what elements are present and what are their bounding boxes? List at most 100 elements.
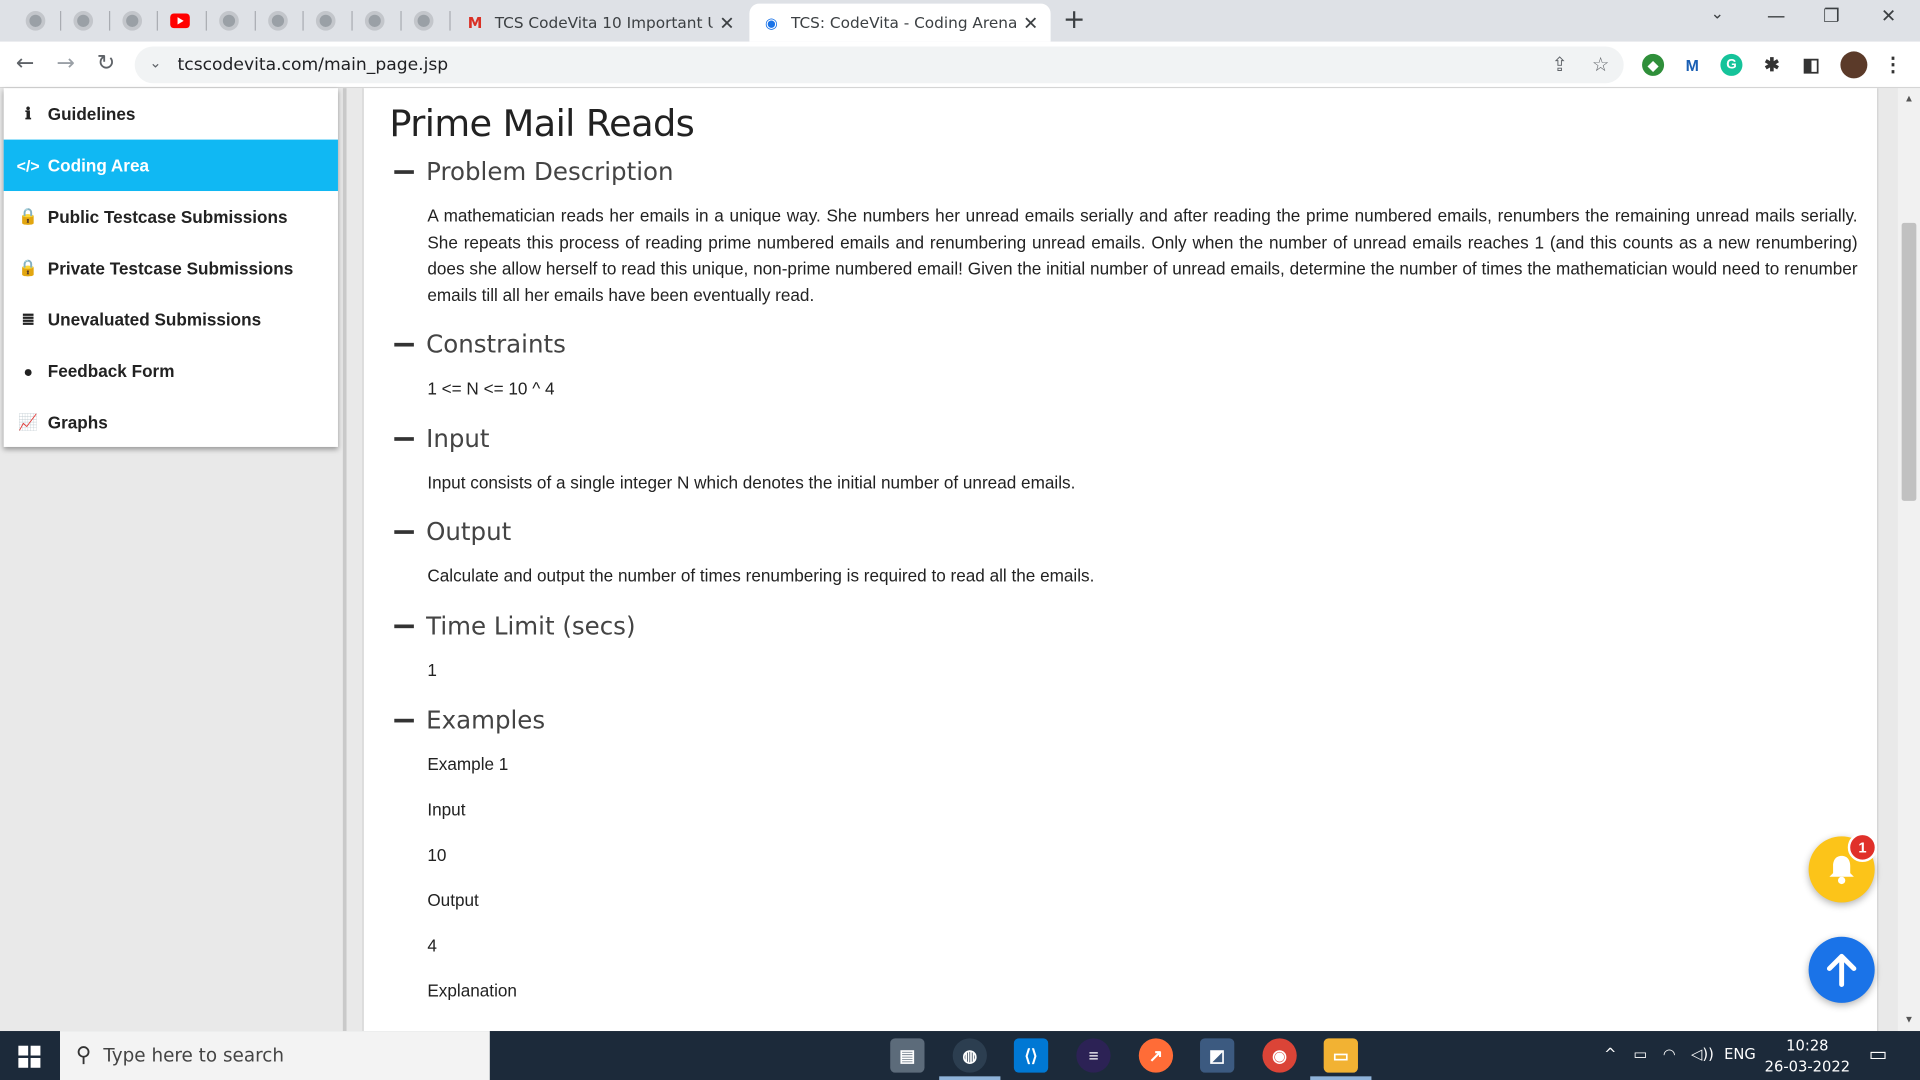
section-header[interactable]: Constraints [394,329,1857,359]
volume-icon[interactable]: ◁)) [1691,1046,1714,1063]
notification-center-icon[interactable]: ▭ [1869,1042,1888,1065]
example-output-label: Output [427,890,479,910]
active-app-indicator [1310,1076,1372,1080]
section-header[interactable]: Input [394,424,1857,453]
sidebar-item-coding-area[interactable]: </> Coding Area [3,139,338,192]
pinned-tab[interactable] [206,7,253,34]
pinned-tab[interactable] [255,7,302,34]
tab-separator [449,11,451,31]
globe-icon [315,11,336,31]
active-app-indicator [939,1076,1001,1080]
extensions-puzzle-icon[interactable]: ✱ [1760,53,1783,76]
gmail-icon: M [467,14,483,32]
globe-icon [25,11,46,31]
bookmark-star-icon[interactable]: ☆ [1592,53,1610,77]
pinned-tab[interactable] [302,7,349,34]
wifi-icon[interactable]: ◠ [1663,1046,1676,1063]
close-tab-icon[interactable]: ✕ [1023,12,1038,34]
close-tab-icon[interactable]: ✕ [719,12,734,34]
sidebar-item-feedback-form[interactable]: ● Feedback Form [4,345,338,396]
taskbar-chrome-icon[interactable]: ◉ [1262,1038,1297,1073]
extension-m-icon[interactable]: M [1681,53,1704,76]
section-heading: Output [426,516,512,547]
tab-codevita[interactable]: ◉ TCS: CodeVita - Coding Arena ✕ [749,3,1051,42]
grammarly-icon[interactable]: G [1720,53,1743,76]
taskbar-file-explorer-icon[interactable]: ▭ [1323,1038,1358,1073]
collapse-icon[interactable] [394,342,414,346]
close-window-button[interactable]: ✕ [1881,5,1896,27]
language-indicator[interactable]: ENG [1724,1046,1756,1063]
site-info-icon[interactable]: ⌄ [149,54,161,71]
scroll-down-icon[interactable]: ▼ [1904,1014,1914,1025]
profile-avatar[interactable] [1840,51,1868,79]
collapse-icon[interactable] [394,623,414,628]
forward-icon[interactable]: → [56,50,74,76]
taskbar-search[interactable]: ⚲ Type here to search [60,1031,490,1080]
sidebar-item-label: Private Testcase Submissions [47,258,294,278]
browser-toolbar: ← → ↻ ⌄ tcscodevita.com/main_page.jsp ⇪ … [0,41,1920,89]
section-header[interactable]: Problem Description [394,157,1857,186]
pinned-tab[interactable] [400,7,447,34]
collapse-icon[interactable] [394,436,414,441]
section-output: Output Calculate and output the number o… [394,517,1857,590]
taskbar-chrome-icon[interactable]: ◍ [952,1038,987,1073]
sidebar-item-label: Public Testcase Submissions [47,206,288,227]
windows-start-icon[interactable] [18,1045,41,1068]
minimize-button[interactable]: — [1767,5,1785,27]
info-circle-icon: ℹ [25,104,32,123]
section-header[interactable]: Time Limit (secs) [394,611,1857,640]
server-icon: ≣ [21,309,35,329]
address-bar[interactable]: ⌄ tcscodevita.com/main_page.jsp ⇪ ☆ [134,46,1624,84]
section-header[interactable]: Output [394,517,1857,546]
sidebar-item-label: Feedback Form [47,361,175,381]
tab-title: TCS CodeVita 10 Important Upda [494,13,713,32]
tab-gmail[interactable]: M TCS CodeVita 10 Important Upda ✕ [453,4,747,42]
taskbar-postman-icon[interactable]: ↗ [1138,1038,1174,1073]
windows-taskbar: ⚲ Type here to search ▤ ◍ ⟨⟩ ≡ ↗ ◩ ◉ ▭ ^… [0,1031,1920,1080]
taskbar-app-icon[interactable]: ▤ [890,1038,925,1073]
tray-chevron-icon[interactable]: ^ [1604,1046,1616,1063]
notification-count-badge: 1 [1847,832,1878,863]
scroll-thumb[interactable] [1901,222,1917,501]
section-time-limit: Time Limit (secs) 1 [394,611,1857,684]
share-icon[interactable]: ⇪ [1551,53,1567,77]
side-panel-icon[interactable]: ◧ [1800,53,1823,76]
reload-icon[interactable]: ↻ [97,50,115,76]
battery-icon[interactable]: ▭ [1633,1046,1647,1063]
section-header[interactable]: Examples [394,705,1857,735]
taskbar-clock[interactable]: 10:28 26-03-2022 [1763,1036,1851,1078]
restore-button[interactable]: ❐ [1823,5,1839,27]
pinned-tab[interactable] [351,7,398,34]
sidebar-item-unevaluated-submissions[interactable]: ≣ Unevaluated Submissions [4,294,338,345]
sidebar-item-graphs[interactable]: 📈 Graphs [4,397,338,448]
pinned-tab[interactable] [60,7,107,34]
scroll-to-top-button[interactable] [1808,936,1875,1003]
clock-time: 10:28 [1786,1037,1829,1055]
example-input-value: 10 [427,844,447,865]
page-scrollbar[interactable]: ▲ ▼ [1897,88,1920,1032]
sidebar-item-public-testcase-submissions[interactable]: 🔒 Public Testcase Submissions [4,191,338,242]
section-examples: Examples Example 1 Input 10 Output 4 Exp… [394,705,1857,1023]
sidebar-item-guidelines[interactable]: ℹ Guidelines [4,88,338,139]
taskbar-vscode-icon[interactable]: ⟨⟩ [1013,1038,1049,1073]
sidebar-item-label: Coding Area [47,155,150,176]
browser-menu-icon[interactable]: ⋮ [1882,53,1905,76]
pinned-tab[interactable] [109,7,156,34]
extension-globe-icon[interactable]: ◆ [1642,53,1665,76]
taskbar-app-icon[interactable]: ◩ [1200,1038,1235,1073]
sidebar-item-private-testcase-submissions[interactable]: 🔒 Private Testcase Submissions [4,242,338,293]
section-constraints: Constraints 1 <= N <= 10 ^ 4 [394,329,1857,402]
pinned-tab-youtube[interactable] [157,7,204,34]
new-tab-button[interactable]: + [1063,5,1086,36]
globe-icon [219,11,239,31]
globe-icon [364,11,385,31]
collapse-icon[interactable] [394,529,414,534]
back-icon[interactable]: ← [16,50,34,76]
collapse-icon[interactable] [394,718,414,722]
section-heading: Constraints [426,329,566,359]
taskbar-eclipse-icon[interactable]: ≡ [1076,1038,1111,1073]
tab-search-icon[interactable]: ⌄ [1711,5,1724,23]
collapse-icon[interactable] [394,169,414,174]
scroll-up-icon[interactable]: ▲ [1904,93,1914,104]
pinned-tab[interactable] [12,7,59,34]
